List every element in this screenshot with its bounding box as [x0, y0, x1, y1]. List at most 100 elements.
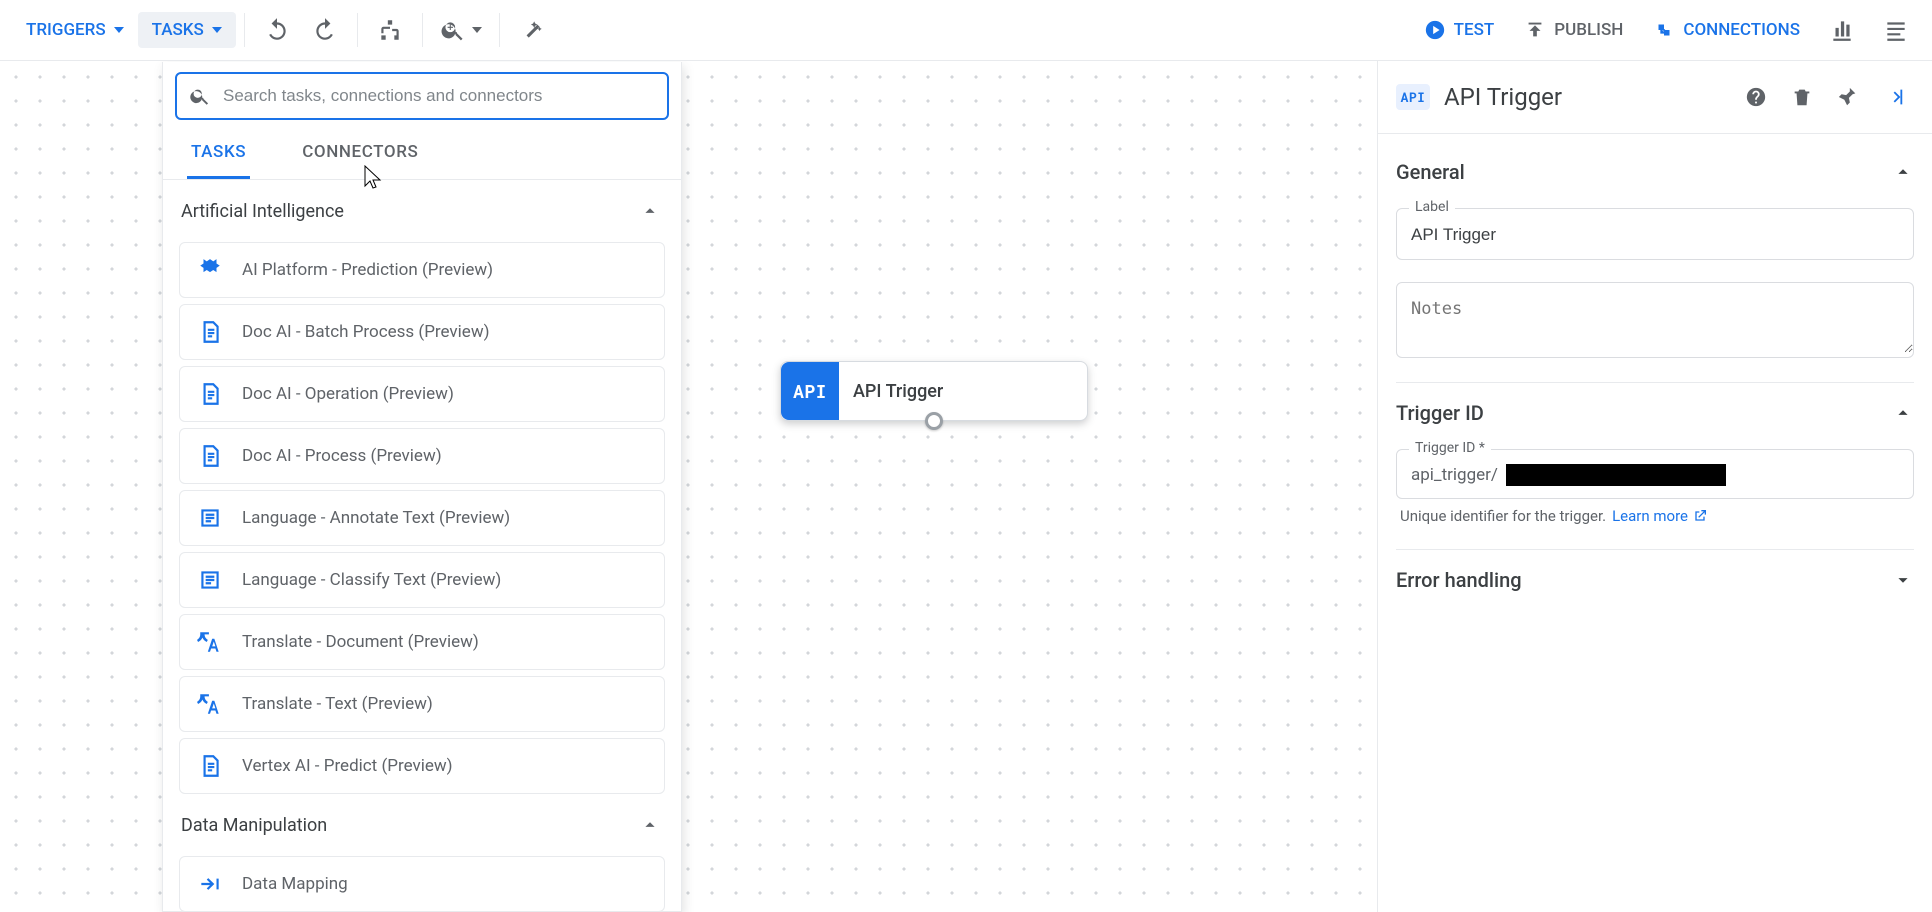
delete-button[interactable] — [1782, 77, 1822, 117]
mapping-icon — [196, 871, 224, 897]
task-label: Data Mapping — [242, 874, 348, 894]
search-icon — [189, 85, 211, 107]
notes-field[interactable] — [1396, 282, 1914, 358]
chevron-down-icon — [114, 27, 124, 33]
chevron-down-icon — [212, 27, 222, 33]
task-label: Doc AI - Operation (Preview) — [242, 384, 454, 404]
connections-icon — [1653, 19, 1675, 41]
section-error-handling-header[interactable]: Error handling — [1396, 550, 1914, 602]
undo-icon — [264, 17, 290, 43]
wand-icon — [519, 17, 545, 43]
group-header-data-manipulation[interactable]: Data Manipulation — [175, 800, 669, 850]
analytics-button[interactable] — [1818, 6, 1866, 54]
collapse-panel-button[interactable] — [1874, 77, 1914, 117]
magic-button[interactable] — [508, 6, 556, 54]
document-icon — [196, 319, 224, 345]
node-output-port[interactable] — [925, 412, 943, 430]
search-input[interactable] — [221, 85, 655, 107]
logs-button[interactable] — [1872, 6, 1920, 54]
pin-button[interactable] — [1828, 77, 1868, 117]
publish-button[interactable]: PUBLISH — [1512, 11, 1635, 49]
task-item-doc-ai-operation[interactable]: Doc AI - Operation (Preview) — [179, 366, 665, 422]
task-item-ai-platform-prediction[interactable]: AI Platform - Prediction (Preview) — [179, 242, 665, 298]
task-item-language-classify[interactable]: Language - Classify Text (Preview) — [179, 552, 665, 608]
task-item-doc-ai-process[interactable]: Doc AI - Process (Preview) — [179, 428, 665, 484]
section-general-header[interactable]: General — [1396, 142, 1914, 194]
tab-connectors[interactable]: CONNECTORS — [298, 128, 422, 179]
help-button[interactable] — [1736, 77, 1776, 117]
section-triggerid-header[interactable]: Trigger ID — [1396, 383, 1914, 435]
node-title: API Trigger — [839, 362, 943, 420]
details-title: API Trigger — [1444, 83, 1722, 111]
connections-button[interactable]: CONNECTIONS — [1641, 11, 1812, 49]
chevron-up-icon — [639, 814, 661, 836]
chevron-down-icon — [472, 27, 482, 33]
triggerid-prefix: api_trigger/ — [1411, 465, 1498, 485]
task-item-translate-text[interactable]: Translate - Text (Preview) — [179, 676, 665, 732]
toolbar-separator — [357, 13, 358, 47]
zoom-dropdown[interactable] — [431, 6, 491, 54]
auto-layout-button[interactable] — [366, 6, 414, 54]
details-body: General Label Trigger ID Trigger ID * ap… — [1378, 134, 1932, 912]
sitemap-icon — [377, 17, 403, 43]
triggers-label: TRIGGERS — [26, 20, 106, 40]
task-label: Vertex AI - Predict (Preview) — [242, 756, 453, 776]
chevron-up-icon — [639, 200, 661, 222]
task-label: Doc AI - Process (Preview) — [242, 446, 442, 466]
triggerid-field[interactable]: Trigger ID * api_trigger/ — [1396, 449, 1914, 499]
task-item-doc-ai-batch[interactable]: Doc AI - Batch Process (Preview) — [179, 304, 665, 360]
tab-tasks[interactable]: TASKS — [187, 128, 250, 179]
toolbar-right-actions: TEST PUBLISH CONNECTIONS — [1412, 6, 1920, 54]
tasks-dropdown[interactable]: TASKS — [138, 12, 236, 48]
details-panel: API API Trigger General Label — [1377, 61, 1932, 912]
external-link-icon — [1692, 508, 1708, 524]
task-label: Doc AI - Batch Process (Preview) — [242, 322, 490, 342]
group-title: Data Manipulation — [181, 815, 327, 836]
section-title: Error handling — [1396, 568, 1522, 592]
language-icon — [196, 505, 224, 531]
task-item-language-annotate[interactable]: Language - Annotate Text (Preview) — [179, 490, 665, 546]
details-header-actions — [1736, 77, 1914, 117]
connections-label: CONNECTIONS — [1683, 20, 1800, 40]
document-icon — [196, 381, 224, 407]
helper-text: Unique identifier for the trigger. — [1400, 507, 1606, 525]
toolbar-separator — [244, 13, 245, 47]
task-item-translate-document[interactable]: Translate - Document (Preview) — [179, 614, 665, 670]
redo-button[interactable] — [301, 6, 349, 54]
collapse-right-icon — [1883, 86, 1905, 108]
label-input[interactable] — [1397, 209, 1913, 259]
notes-textarea[interactable] — [1397, 283, 1913, 353]
api-trigger-node[interactable]: API API Trigger — [780, 361, 1088, 421]
task-label: Translate - Document (Preview) — [242, 632, 479, 652]
toolbar-separator — [422, 13, 423, 47]
learn-more-link[interactable]: Learn more — [1612, 507, 1708, 525]
publish-label: PUBLISH — [1554, 20, 1623, 40]
trash-icon — [1791, 86, 1813, 108]
test-button[interactable]: TEST — [1412, 11, 1507, 49]
zoom-in-icon — [440, 17, 466, 43]
search-wrap — [163, 62, 681, 128]
group-header-ai[interactable]: Artificial Intelligence — [175, 186, 669, 236]
triggerid-helper: Unique identifier for the trigger. Learn… — [1400, 507, 1914, 525]
triggers-dropdown[interactable]: TRIGGERS — [12, 12, 138, 48]
pin-icon — [1837, 86, 1859, 108]
task-item-vertex-predict[interactable]: Vertex AI - Predict (Preview) — [179, 738, 665, 794]
search-box[interactable] — [175, 72, 669, 120]
chart-icon — [1829, 17, 1855, 43]
toolbar-separator — [499, 13, 500, 47]
document-icon — [196, 443, 224, 469]
task-item-data-mapping[interactable]: Data Mapping — [179, 856, 665, 911]
group-title: Artificial Intelligence — [181, 201, 344, 222]
tasks-panel-scroll[interactable]: Artificial Intelligence AI Platform - Pr… — [163, 180, 681, 911]
document-icon — [196, 753, 224, 779]
triggerid-value-redacted — [1506, 464, 1726, 486]
section-title: Trigger ID — [1396, 401, 1484, 425]
details-panel-header: API API Trigger — [1378, 61, 1932, 134]
undo-button[interactable] — [253, 6, 301, 54]
publish-icon — [1524, 19, 1546, 41]
chevron-down-icon — [1892, 569, 1914, 591]
test-label: TEST — [1454, 20, 1495, 40]
list-icon — [1883, 17, 1909, 43]
label-field[interactable]: Label — [1396, 208, 1914, 260]
chevron-up-icon — [1892, 161, 1914, 183]
